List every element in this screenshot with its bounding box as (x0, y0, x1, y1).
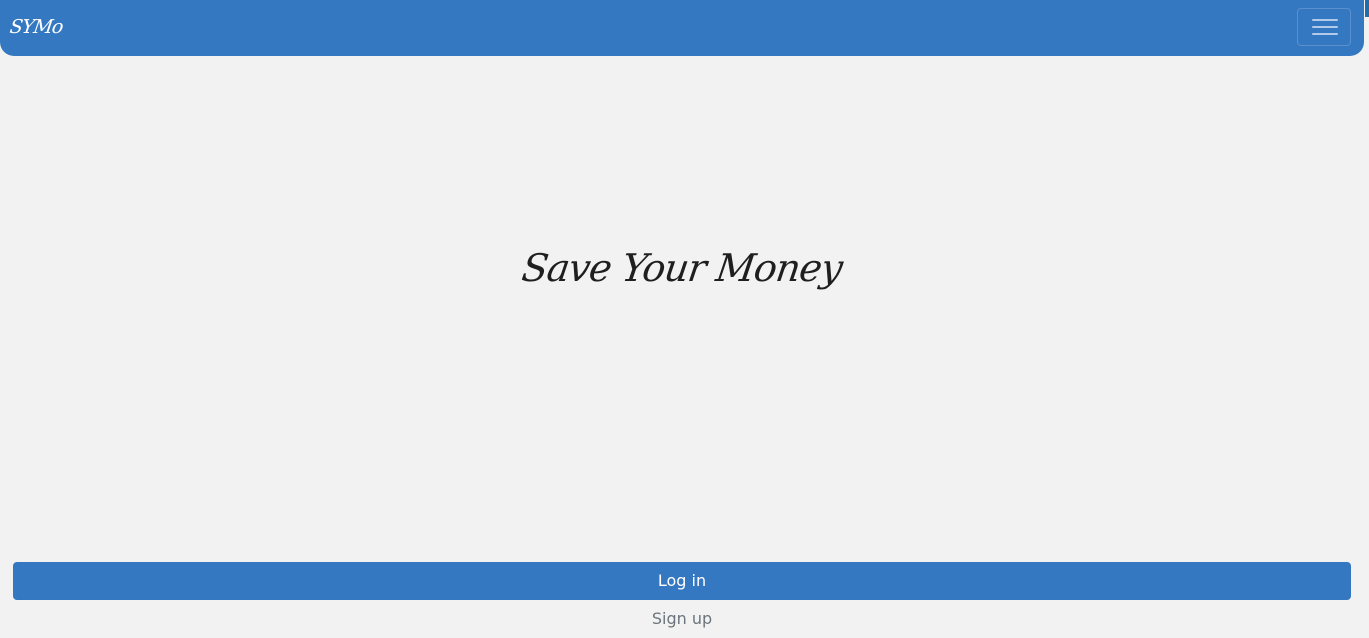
login-button[interactable]: Log in (13, 562, 1351, 600)
top-navbar: SYMo (0, 0, 1364, 56)
hamburger-menu-icon (1312, 19, 1338, 21)
scrollbar-edge (1365, 0, 1369, 17)
signup-link[interactable]: Sign up (0, 608, 1364, 630)
hero-title: Save Your Money (519, 246, 845, 290)
brand-logo[interactable]: SYMo (8, 14, 64, 40)
hamburger-menu-button[interactable] (1297, 8, 1351, 46)
